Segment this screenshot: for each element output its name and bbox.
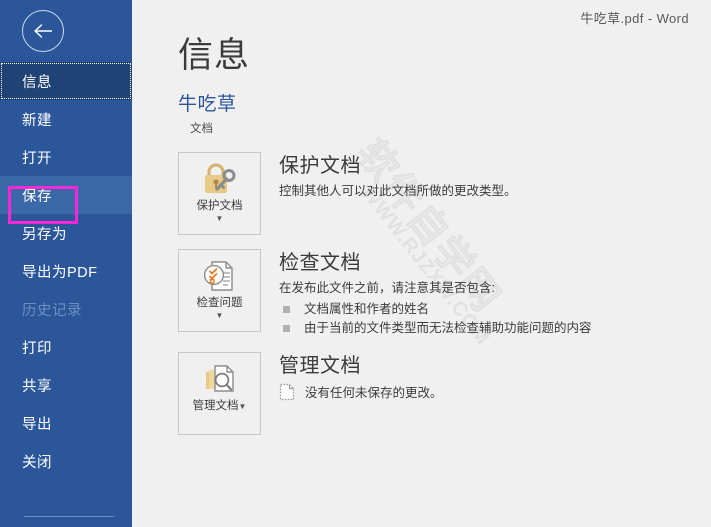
backstage-content: 信息 牛吃草 文档 保护文档 ▼ 保护文档 控制其他人可以对此文档所做的更改类型… bbox=[132, 34, 711, 436]
chevron-down-icon: ▼ bbox=[215, 311, 224, 321]
manage-document-button-text: 管理文档 bbox=[192, 400, 239, 413]
sidebar-item-label: 另存为 bbox=[22, 226, 67, 243]
backstage-sidebar: 信息 新建 打开 保存 另存为 导出为PDF 历史记录 打印 共享 导出 关闭 bbox=[0, 0, 132, 527]
section-inspect-heading: 检查文档 bbox=[279, 251, 361, 274]
sidebar-item-print[interactable]: 打印 bbox=[0, 328, 132, 366]
sidebar-item-label: 新建 bbox=[22, 112, 52, 129]
section-protect-text: 保护文档 控制其他人可以对此文档所做的更改类型。 bbox=[261, 152, 711, 201]
document-check-icon bbox=[198, 258, 242, 294]
chevron-down-icon: ▼ bbox=[215, 214, 224, 224]
backstage-nav: 信息 新建 打开 保存 另存为 导出为PDF 历史记录 打印 共享 导出 关闭 bbox=[0, 62, 132, 480]
sidebar-item-label: 共享 bbox=[22, 378, 52, 395]
section-manage-status: 没有任何未保存的更改。 bbox=[279, 382, 711, 401]
sidebar-item-info[interactable]: 信息 bbox=[0, 62, 132, 100]
section-protect-document: 保护文档 ▼ 保护文档 控制其他人可以对此文档所做的更改类型。 bbox=[178, 151, 711, 235]
section-inspect-document: 检查问题 ▼ 检查文档 在发布此文件之前，请注意其是否包含: 文档属性和作者的姓… bbox=[178, 248, 711, 339]
sidebar-item-label: 历史记录 bbox=[22, 302, 82, 319]
manage-document-button-label: 管理文档▼ bbox=[193, 400, 247, 413]
list-item-label: 文档属性和作者的姓名 bbox=[304, 301, 430, 316]
section-inspect-bullet-list: 文档属性和作者的姓名 由于当前的文件类型而无法检查辅助功能问题的内容 bbox=[279, 300, 711, 339]
window-document-title: 牛吃草.pdf - Word bbox=[580, 10, 689, 26]
section-protect-heading: 保护文档 bbox=[279, 154, 361, 177]
square-bullet-icon bbox=[283, 325, 290, 333]
sidebar-item-share[interactable]: 共享 bbox=[0, 366, 132, 404]
sidebar-item-new[interactable]: 新建 bbox=[0, 100, 132, 138]
sidebar-item-label: 信息 bbox=[22, 74, 52, 91]
sidebar-item-label: 导出为PDF bbox=[22, 264, 98, 281]
section-manage-status-label: 没有任何未保存的更改。 bbox=[305, 386, 443, 401]
list-item-label: 由于当前的文件类型而无法检查辅助功能问题的内容 bbox=[304, 321, 592, 336]
section-inspect-text: 检查文档 在发布此文件之前，请注意其是否包含: 文档属性和作者的姓名 由于当前的… bbox=[261, 249, 711, 339]
sidebar-item-export[interactable]: 导出 bbox=[0, 404, 132, 442]
document-stack-search-icon bbox=[198, 361, 242, 397]
list-item: 由于当前的文件类型而无法检查辅助功能问题的内容 bbox=[279, 319, 711, 338]
section-manage-text: 管理文档 没有任何未保存的更改。 bbox=[261, 352, 711, 401]
sidebar-item-history: 历史记录 bbox=[0, 290, 132, 328]
word-backstage-view: 信息 新建 打开 保存 另存为 导出为PDF 历史记录 打印 共享 导出 关闭 … bbox=[0, 0, 711, 527]
section-protect-description: 控制其他人可以对此文档所做的更改类型。 bbox=[279, 183, 517, 198]
section-inspect-description: 在发布此文件之前，请注意其是否包含: bbox=[279, 280, 495, 295]
backstage-main: 牛吃草.pdf - Word 软件自学网 WWW.RJZXW.COM 信息 牛吃… bbox=[132, 0, 711, 527]
sidebar-item-export-pdf[interactable]: 导出为PDF bbox=[0, 252, 132, 290]
sidebar-divider bbox=[24, 516, 114, 517]
document-name-link[interactable]: 牛吃草 bbox=[178, 94, 711, 116]
list-item: 文档属性和作者的姓名 bbox=[279, 300, 711, 319]
page-title: 信息 bbox=[178, 36, 251, 75]
lock-key-icon bbox=[198, 161, 242, 197]
protect-document-button[interactable]: 保护文档 ▼ bbox=[178, 151, 261, 235]
sidebar-item-label: 打印 bbox=[22, 340, 52, 357]
back-arrow-icon bbox=[32, 23, 54, 39]
sidebar-item-label: 导出 bbox=[22, 416, 52, 433]
sidebar-item-label: 打开 bbox=[22, 150, 52, 167]
check-issues-button-label: 检查问题 bbox=[196, 296, 243, 309]
dashed-document-icon bbox=[279, 383, 295, 401]
protect-document-button-label: 保护文档 bbox=[196, 199, 243, 212]
sidebar-item-label: 保存 bbox=[22, 188, 52, 205]
check-issues-button[interactable]: 检查问题 ▼ bbox=[178, 248, 261, 332]
sidebar-item-open[interactable]: 打开 bbox=[0, 138, 132, 176]
section-manage-heading: 管理文档 bbox=[279, 355, 361, 378]
section-manage-document: 管理文档▼ 管理文档 没有任何未保存的更改。 bbox=[178, 352, 711, 436]
back-button-container bbox=[0, 0, 132, 62]
title-bar: 牛吃草.pdf - Word bbox=[132, 0, 711, 34]
square-bullet-icon bbox=[283, 305, 290, 313]
sidebar-item-save[interactable]: 保存 bbox=[0, 176, 132, 214]
document-location-label: 文档 bbox=[190, 122, 213, 135]
sidebar-item-label: 关闭 bbox=[22, 454, 52, 471]
chevron-down-icon: ▼ bbox=[238, 402, 247, 412]
sidebar-item-close[interactable]: 关闭 bbox=[0, 442, 132, 480]
back-button[interactable] bbox=[22, 10, 64, 52]
manage-document-button[interactable]: 管理文档▼ bbox=[178, 352, 261, 436]
sidebar-item-save-as[interactable]: 另存为 bbox=[0, 214, 132, 252]
